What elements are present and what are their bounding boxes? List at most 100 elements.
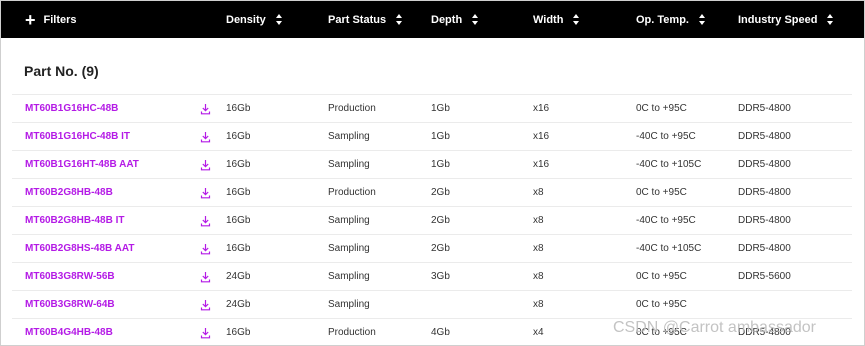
sort-icon[interactable] xyxy=(698,14,706,25)
industry-speed-cell: DDR5-4800 xyxy=(738,131,791,142)
op-temp-cell: -40C to +105C xyxy=(636,159,702,170)
industry-speed-cell: DDR5-4800 xyxy=(738,187,791,198)
table-row: MT60B2G8HB-48B IT 16Gb Sampling 2Gb x8 -40C t… xyxy=(12,206,852,234)
part-number-link[interactable]: MT60B2G8HB-48B xyxy=(25,179,113,206)
download-icon[interactable] xyxy=(200,179,211,206)
sort-icon[interactable] xyxy=(396,14,403,25)
table-row: MT60B1G16HT-48B AAT 16Gb Sampling 1Gb x16 -40… xyxy=(12,150,852,178)
depth-cell: 4Gb xyxy=(431,327,450,338)
sort-icon[interactable] xyxy=(275,14,283,25)
density-cell: 16Gb xyxy=(226,243,251,254)
width-cell: x8 xyxy=(533,271,544,282)
download-icon[interactable] xyxy=(200,319,211,345)
depth-cell: 2Gb xyxy=(431,215,450,226)
industry-speed-cell: DDR5-4800 xyxy=(738,215,791,226)
part-number-link[interactable]: MT60B2G8HS-48B AAT xyxy=(25,235,134,262)
depth-cell: 2Gb xyxy=(431,243,450,254)
part-number-link[interactable]: MT60B3G8RW-64B xyxy=(25,291,115,318)
density-cell: 16Gb xyxy=(226,159,251,170)
table-row: MT60B3G8RW-64B 24Gb Sampling x8 0C to +95C xyxy=(12,290,852,318)
sort-icon[interactable] xyxy=(827,14,834,25)
width-cell: x16 xyxy=(533,103,550,114)
column-header-width[interactable]: Width xyxy=(533,1,580,38)
depth-cell: 1Gb xyxy=(431,159,450,170)
op-temp-cell: 0C to +95C xyxy=(636,271,687,282)
column-label: Industry Speed xyxy=(738,13,818,26)
part-number-link[interactable]: MT60B4G4HB-48B xyxy=(25,319,113,345)
status-cell: Sampling xyxy=(328,159,370,170)
density-cell: 16Gb xyxy=(226,215,251,226)
watermark: CSDN @Carrot ambassador xyxy=(613,319,816,336)
density-cell: 24Gb xyxy=(226,271,251,282)
column-header-part-status[interactable]: Part Status xyxy=(328,1,403,38)
download-icon[interactable] xyxy=(200,235,211,262)
table-row: MT60B2G8HS-48B AAT 16Gb Sampling 2Gb x8 -40C … xyxy=(12,234,852,262)
product-table-panel: + Filters Density Part Status Depth Widt… xyxy=(0,0,865,346)
download-icon[interactable] xyxy=(200,291,211,318)
width-cell: x8 xyxy=(533,187,544,198)
width-cell: x16 xyxy=(533,159,550,170)
depth-cell: 1Gb xyxy=(431,103,450,114)
sort-icon[interactable] xyxy=(573,14,580,25)
plus-icon: + xyxy=(25,9,36,30)
part-number-link[interactable]: MT60B1G16HC-48B IT xyxy=(25,123,130,150)
depth-cell: 1Gb xyxy=(431,131,450,142)
filters-label: Filters xyxy=(43,13,77,26)
status-cell: Sampling xyxy=(328,131,370,142)
part-number-link[interactable]: MT60B1G16HC-48B xyxy=(25,95,118,122)
download-icon[interactable] xyxy=(200,95,211,122)
density-cell: 16Gb xyxy=(226,131,251,142)
column-label: Depth xyxy=(431,13,463,26)
column-label: Density xyxy=(226,13,266,26)
width-cell: x4 xyxy=(533,327,544,338)
part-number-link[interactable]: MT60B1G16HT-48B AAT xyxy=(25,151,139,178)
parts-table: MT60B1G16HC-48B 16Gb Production 1Gb x16 0C to… xyxy=(12,94,852,345)
depth-cell: 2Gb xyxy=(431,187,450,198)
op-temp-cell: -40C to +95C xyxy=(636,215,696,226)
industry-speed-cell: DDR5-4800 xyxy=(738,159,791,170)
industry-speed-cell: DDR5-4800 xyxy=(738,103,791,114)
status-cell: Production xyxy=(328,187,376,198)
sort-icon[interactable] xyxy=(472,14,479,25)
column-header-depth[interactable]: Depth xyxy=(431,1,479,38)
column-label: Part Status xyxy=(328,13,387,26)
density-cell: 24Gb xyxy=(226,299,251,310)
industry-speed-cell: DDR5-5600 xyxy=(738,271,791,282)
table-row: MT60B1G16HC-48B IT 16Gb Sampling 1Gb x16 -40C… xyxy=(12,122,852,150)
status-cell: Sampling xyxy=(328,215,370,226)
status-cell: Sampling xyxy=(328,271,370,282)
table-row: MT60B1G16HC-48B 16Gb Production 1Gb x16 0C to… xyxy=(12,94,852,122)
density-cell: 16Gb xyxy=(226,103,251,114)
download-icon[interactable] xyxy=(200,207,211,234)
status-cell: Production xyxy=(328,103,376,114)
status-cell: Sampling xyxy=(328,243,370,254)
section-title: Part No. (9) xyxy=(24,63,99,79)
op-temp-cell: -40C to +95C xyxy=(636,131,696,142)
width-cell: x8 xyxy=(533,243,544,254)
table-row: MT60B3G8RW-56B 24Gb Sampling 3Gb x8 0C to +95… xyxy=(12,262,852,290)
column-header-industry-speed[interactable]: Industry Speed xyxy=(738,1,834,38)
filters-button[interactable]: + Filters xyxy=(25,1,77,38)
width-cell: x16 xyxy=(533,131,550,142)
table-row: MT60B2G8HB-48B 16Gb Production 2Gb x8 0C to +… xyxy=(12,178,852,206)
status-cell: Sampling xyxy=(328,299,370,310)
column-header-density[interactable]: Density xyxy=(226,1,283,38)
op-temp-cell: 0C to +95C xyxy=(636,299,687,310)
op-temp-cell: -40C to +105C xyxy=(636,243,702,254)
column-label: Width xyxy=(533,13,564,26)
table-header: + Filters Density Part Status Depth Widt… xyxy=(1,1,864,38)
density-cell: 16Gb xyxy=(226,327,251,338)
op-temp-cell: 0C to +95C xyxy=(636,103,687,114)
part-number-link[interactable]: MT60B3G8RW-56B xyxy=(25,263,115,290)
industry-speed-cell: DDR5-4800 xyxy=(738,243,791,254)
part-number-link[interactable]: MT60B2G8HB-48B IT xyxy=(25,207,124,234)
download-icon[interactable] xyxy=(200,151,211,178)
column-header-op-temp[interactable]: Op. Temp. xyxy=(636,1,706,38)
status-cell: Production xyxy=(328,327,376,338)
column-label: Op. Temp. xyxy=(636,13,689,26)
width-cell: x8 xyxy=(533,215,544,226)
download-icon[interactable] xyxy=(200,263,211,290)
density-cell: 16Gb xyxy=(226,187,251,198)
download-icon[interactable] xyxy=(200,123,211,150)
width-cell: x8 xyxy=(533,299,544,310)
